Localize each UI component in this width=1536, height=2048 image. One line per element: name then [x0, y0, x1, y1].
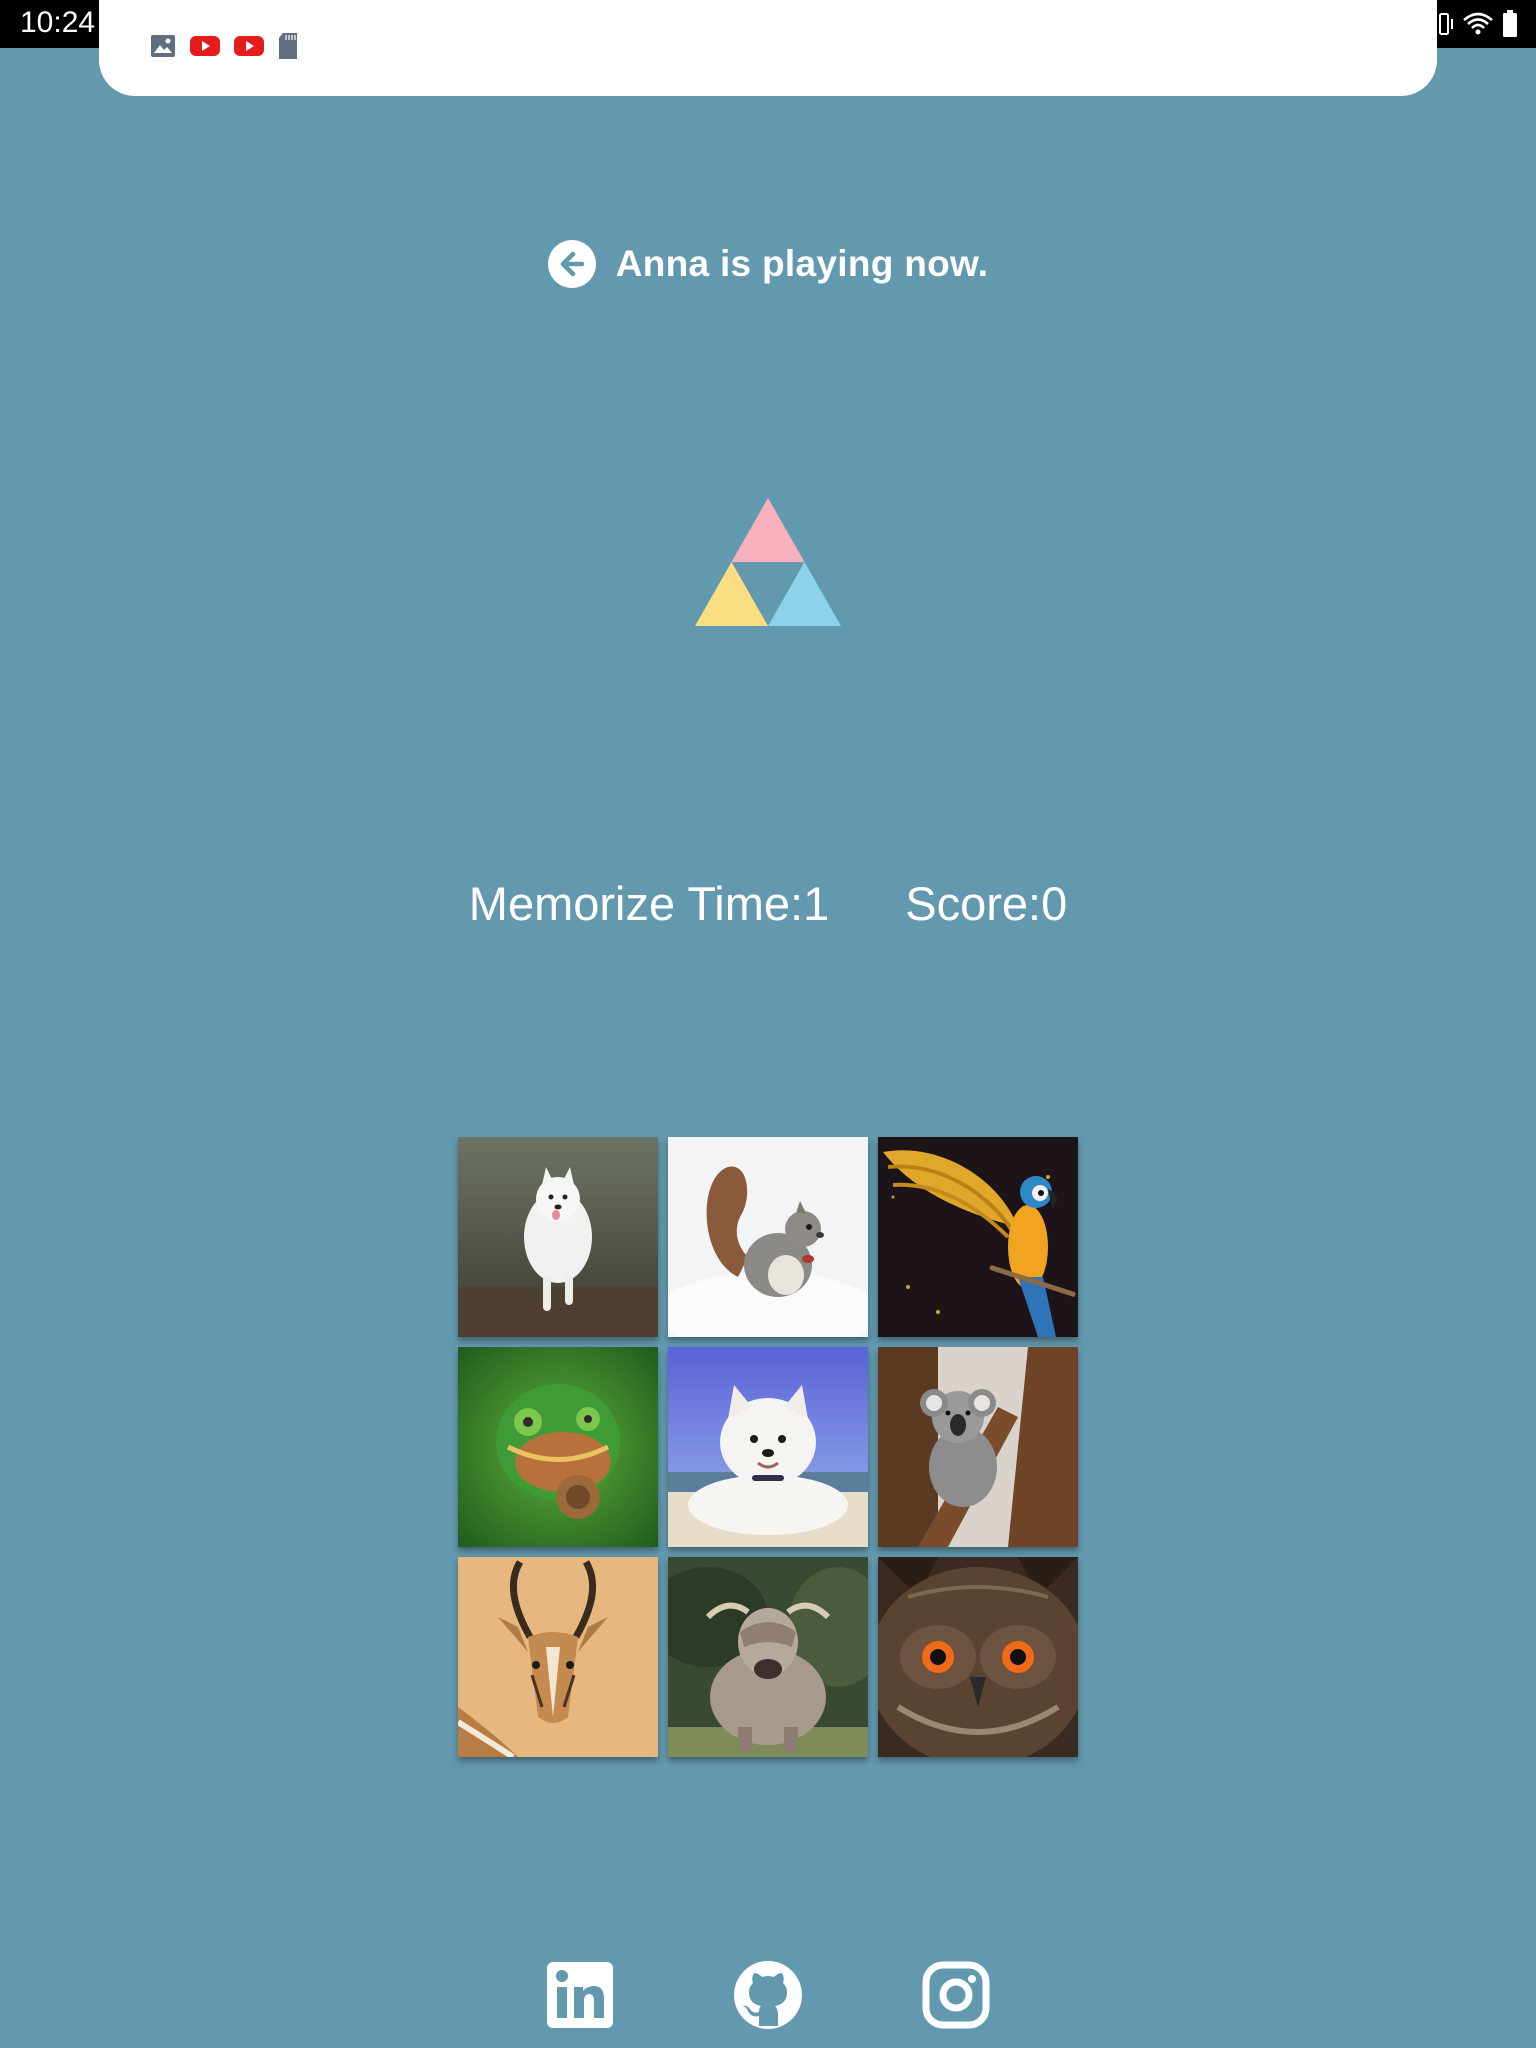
wifi-icon [1463, 12, 1493, 35]
linkedin-icon[interactable] [545, 1960, 615, 2030]
gazelle-image [458, 1557, 658, 1757]
player-status-title: Anna is playing now. [615, 243, 989, 284]
card-chameleon[interactable] [458, 1347, 658, 1547]
image-icon [151, 35, 175, 57]
vibrate-icon [1435, 13, 1453, 35]
card-white-puppy[interactable] [668, 1347, 868, 1547]
battery-icon [1503, 10, 1517, 37]
logo-right-triangle [768, 562, 841, 626]
social-links [0, 1960, 1536, 2032]
card-highland-cow[interactable] [668, 1557, 868, 1757]
highland-cow-image [668, 1557, 868, 1757]
github-icon[interactable] [733, 1960, 803, 2030]
memorize-time: Memorize Time:1 [469, 876, 829, 936]
back-button[interactable] [547, 240, 596, 288]
dog-running-image [458, 1137, 658, 1337]
score-label: Score: [905, 877, 1042, 930]
status-time: 10:24 [20, 6, 96, 39]
card-macaw[interactable] [878, 1137, 1078, 1337]
notification-panel[interactable] [99, 0, 1437, 96]
squirrel-image [668, 1137, 868, 1337]
triangle-logo [695, 498, 841, 626]
white-puppy-image [668, 1347, 868, 1547]
card-koala[interactable] [878, 1347, 1078, 1547]
card-owl[interactable] [878, 1557, 1078, 1757]
status-right-icons [1434, 10, 1518, 38]
logo-top-triangle [731, 498, 805, 562]
card-squirrel[interactable] [668, 1137, 868, 1337]
card-gazelle[interactable] [458, 1557, 658, 1757]
youtube-icon [234, 36, 264, 56]
koala-image [878, 1347, 1078, 1547]
game-stats: Memorize Time:1 Score:0 [0, 876, 1536, 936]
youtube-icon [190, 36, 220, 56]
header: Anna is playing now. [0, 236, 1536, 292]
chameleon-image [458, 1347, 658, 1547]
score: Score:0 [905, 876, 1067, 936]
sd-card-icon [279, 33, 297, 59]
owl-image [878, 1557, 1078, 1757]
score-value: 0 [1041, 877, 1068, 930]
macaw-image [878, 1137, 1078, 1337]
logo-left-triangle [695, 562, 768, 626]
notification-icons [149, 32, 299, 60]
instagram-icon[interactable] [921, 1960, 991, 2030]
memorize-time-value: 1 [803, 877, 830, 930]
card-dog-running[interactable] [458, 1137, 658, 1337]
arrow-left-icon [560, 251, 584, 277]
memory-card-grid [458, 1137, 1078, 1757]
memorize-time-label: Memorize Time: [468, 877, 804, 930]
